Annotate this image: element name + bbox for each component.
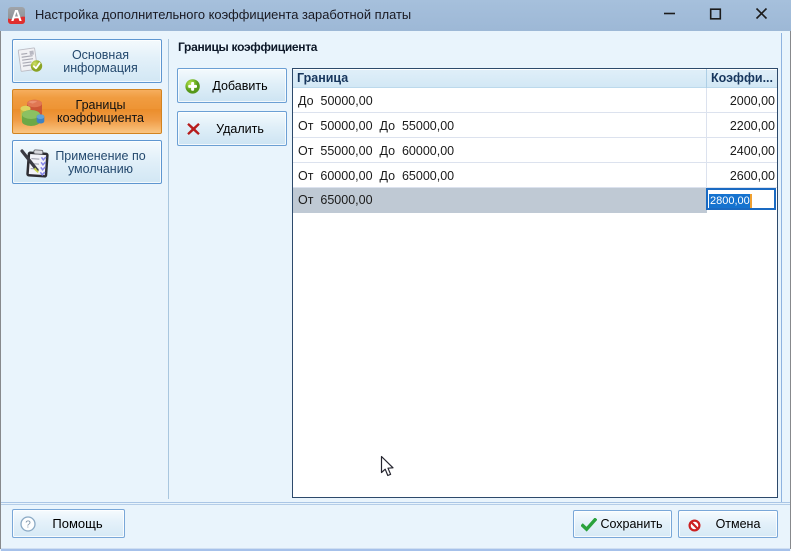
svg-text:A: A xyxy=(11,8,22,24)
svg-text:?: ? xyxy=(25,520,31,531)
